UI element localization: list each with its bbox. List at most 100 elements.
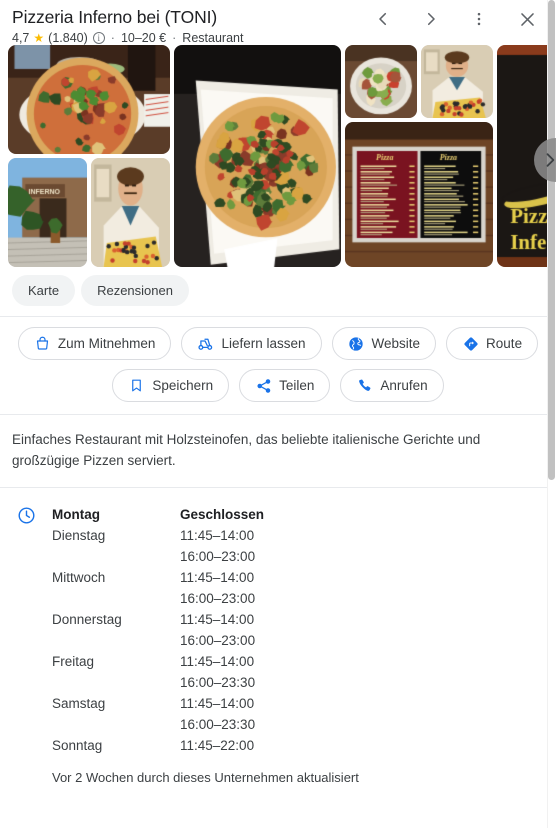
separator-2: · [172, 30, 176, 46]
hours-time: Geschlossen [180, 504, 264, 525]
gallery-column-1 [8, 45, 170, 267]
directions-label: Route [486, 336, 522, 351]
hours-row: Sonntag 11:45–22:00 [52, 735, 544, 756]
chevron-right-icon [422, 10, 440, 28]
hours-time: 11:45–14:00 [180, 525, 255, 546]
hours-day: Sonntag [52, 735, 180, 756]
save-button[interactable]: Speichern [112, 369, 229, 402]
directions-button[interactable]: Route [446, 327, 538, 360]
rating-value: 4,7 [12, 30, 29, 46]
website-label: Website [372, 336, 421, 351]
delivery-button[interactable]: Liefern lassen [181, 327, 321, 360]
close-icon [518, 10, 537, 29]
info-icon[interactable]: i [93, 32, 105, 44]
hours-day: Samstag [52, 693, 180, 735]
photo-gallery[interactable] [0, 45, 556, 267]
photo-pizzaiolo-mural[interactable] [91, 158, 170, 267]
hours-times: Geschlossen [180, 504, 264, 525]
directions-icon [462, 335, 479, 352]
hours-day: Dienstag [52, 525, 180, 567]
back-button[interactable] [370, 6, 396, 32]
hours-day: Freitag [52, 651, 180, 693]
category-label[interactable]: Restaurant [182, 30, 243, 46]
photo-pizza-table[interactable] [8, 45, 170, 154]
tab-karte[interactable]: Karte [12, 275, 75, 306]
scrollbar[interactable] [547, 0, 556, 828]
gallery-subrow [8, 158, 170, 267]
hours-times: 11:45–14:00 16:00–23:00 [180, 525, 255, 567]
clock-icon [12, 504, 52, 785]
share-label: Teilen [279, 378, 314, 393]
gallery-column-2 [174, 45, 341, 267]
photo-salad-plate-image [345, 45, 417, 118]
hours-day: Mittwoch [52, 567, 180, 609]
call-button[interactable]: Anrufen [340, 369, 443, 402]
chevron-right-icon [540, 150, 556, 170]
hours-row: Freitag 11:45–14:00 16:00–23:30 [52, 651, 544, 693]
photo-salad-plate[interactable] [345, 45, 417, 118]
hours-time: 16:00–23:00 [180, 588, 255, 609]
takeout-bag-icon [34, 335, 51, 352]
opening-hours-table[interactable]: Montag Geschlossen Dienstag 11:45–14:00 16:0… [52, 504, 544, 785]
action-row-1: Zum Mitnehmen Liefern lassen Website Rou… [10, 327, 546, 360]
chevron-left-icon [374, 10, 392, 28]
place-header: Pizzeria Inferno bei (TONI) 4,7 ★ (1.840… [0, 0, 556, 45]
hours-time: 11:45–14:00 [180, 567, 255, 588]
header-action-group [370, 6, 540, 32]
globe-icon [348, 335, 365, 352]
hours-time: 11:45–22:00 [180, 735, 254, 756]
photo-pizza-table-image [8, 45, 170, 154]
photo-menu-board[interactable] [345, 122, 493, 267]
forward-button[interactable] [418, 6, 444, 32]
more-vertical-icon [470, 10, 488, 28]
save-label: Speichern [152, 378, 213, 393]
tab-rezensionen[interactable]: Rezensionen [81, 275, 189, 306]
hours-times: 11:45–22:00 [180, 735, 254, 756]
photo-pizza-box[interactable] [174, 45, 341, 267]
hours-time: 11:45–14:00 [180, 693, 255, 714]
review-count[interactable]: (1.840) [48, 30, 88, 46]
opening-hours-section: Montag Geschlossen Dienstag 11:45–14:00 16:0… [0, 488, 556, 795]
action-row-2: Speichern Teilen Anrufen [10, 369, 546, 402]
hours-times: 11:45–14:00 16:00–23:00 [180, 609, 255, 651]
hours-day: Donnerstag [52, 609, 180, 651]
gallery-column-3 [345, 45, 493, 267]
hours-times: 11:45–14:00 16:00–23:30 [180, 651, 255, 693]
takeaway-label: Zum Mitnehmen [58, 336, 156, 351]
hours-row: Mittwoch 11:45–14:00 16:00–23:00 [52, 567, 544, 609]
hours-time: 16:00–23:00 [180, 630, 255, 651]
hours-times: 11:45–14:00 16:00–23:30 [180, 693, 255, 735]
delivery-label: Liefern lassen [221, 336, 305, 351]
place-details-panel: Pizzeria Inferno bei (TONI) 4,7 ★ (1.840… [0, 0, 556, 828]
takeaway-button[interactable]: Zum Mitnehmen [18, 327, 172, 360]
hours-row: Dienstag 11:45–14:00 16:00–23:00 [52, 525, 544, 567]
close-button[interactable] [514, 6, 540, 32]
photo-restaurant-exterior-image [8, 158, 87, 267]
website-button[interactable]: Website [332, 327, 437, 360]
tab-bar: Karte Rezensionen [0, 267, 556, 316]
photo-pizza-box-image [174, 45, 341, 267]
hours-row: Samstag 11:45–14:00 16:00–23:30 [52, 693, 544, 735]
hours-time: 16:00–23:30 [180, 672, 255, 693]
hours-day: Montag [52, 504, 180, 525]
more-options-button[interactable] [466, 6, 492, 32]
hours-time: 11:45–14:00 [180, 651, 255, 672]
action-chip-group: Zum Mitnehmen Liefern lassen Website Rou… [0, 317, 556, 414]
bookmark-icon [128, 377, 145, 394]
hours-row: Montag Geschlossen [52, 504, 544, 525]
gallery-subrow-2 [345, 45, 493, 118]
call-label: Anrufen [380, 378, 427, 393]
scooter-icon [197, 335, 214, 352]
share-button[interactable]: Teilen [239, 369, 330, 402]
scrollbar-thumb[interactable] [548, 0, 555, 480]
photo-menu-board-image [345, 122, 493, 267]
star-icon: ★ [33, 32, 44, 44]
price-range: 10–20 € [121, 30, 166, 46]
phone-icon [356, 377, 373, 394]
hours-time: 16:00–23:30 [180, 714, 255, 735]
place-description: Einfaches Restaurant mit Holzsteinofen, … [0, 415, 556, 487]
photo-pizzaiolo-mural-2[interactable] [421, 45, 493, 118]
photo-restaurant-exterior[interactable] [8, 158, 87, 267]
photo-pizzaiolo-mural-2-image [421, 45, 493, 118]
hours-time: 16:00–23:00 [180, 546, 255, 567]
